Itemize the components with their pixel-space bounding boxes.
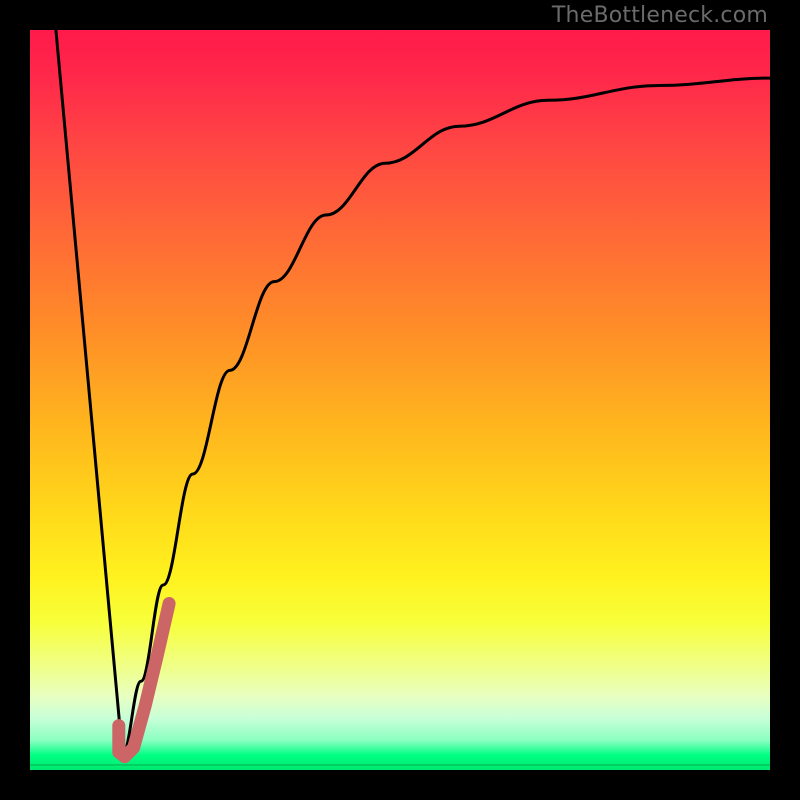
curve-right-rise (123, 78, 771, 755)
watermark-text: TheBottleneck.com (552, 3, 768, 28)
plot-area (30, 30, 770, 770)
curve-left-descent (56, 30, 123, 755)
chart-frame: TheBottleneck.com (0, 0, 800, 800)
curve-layer (30, 30, 770, 770)
